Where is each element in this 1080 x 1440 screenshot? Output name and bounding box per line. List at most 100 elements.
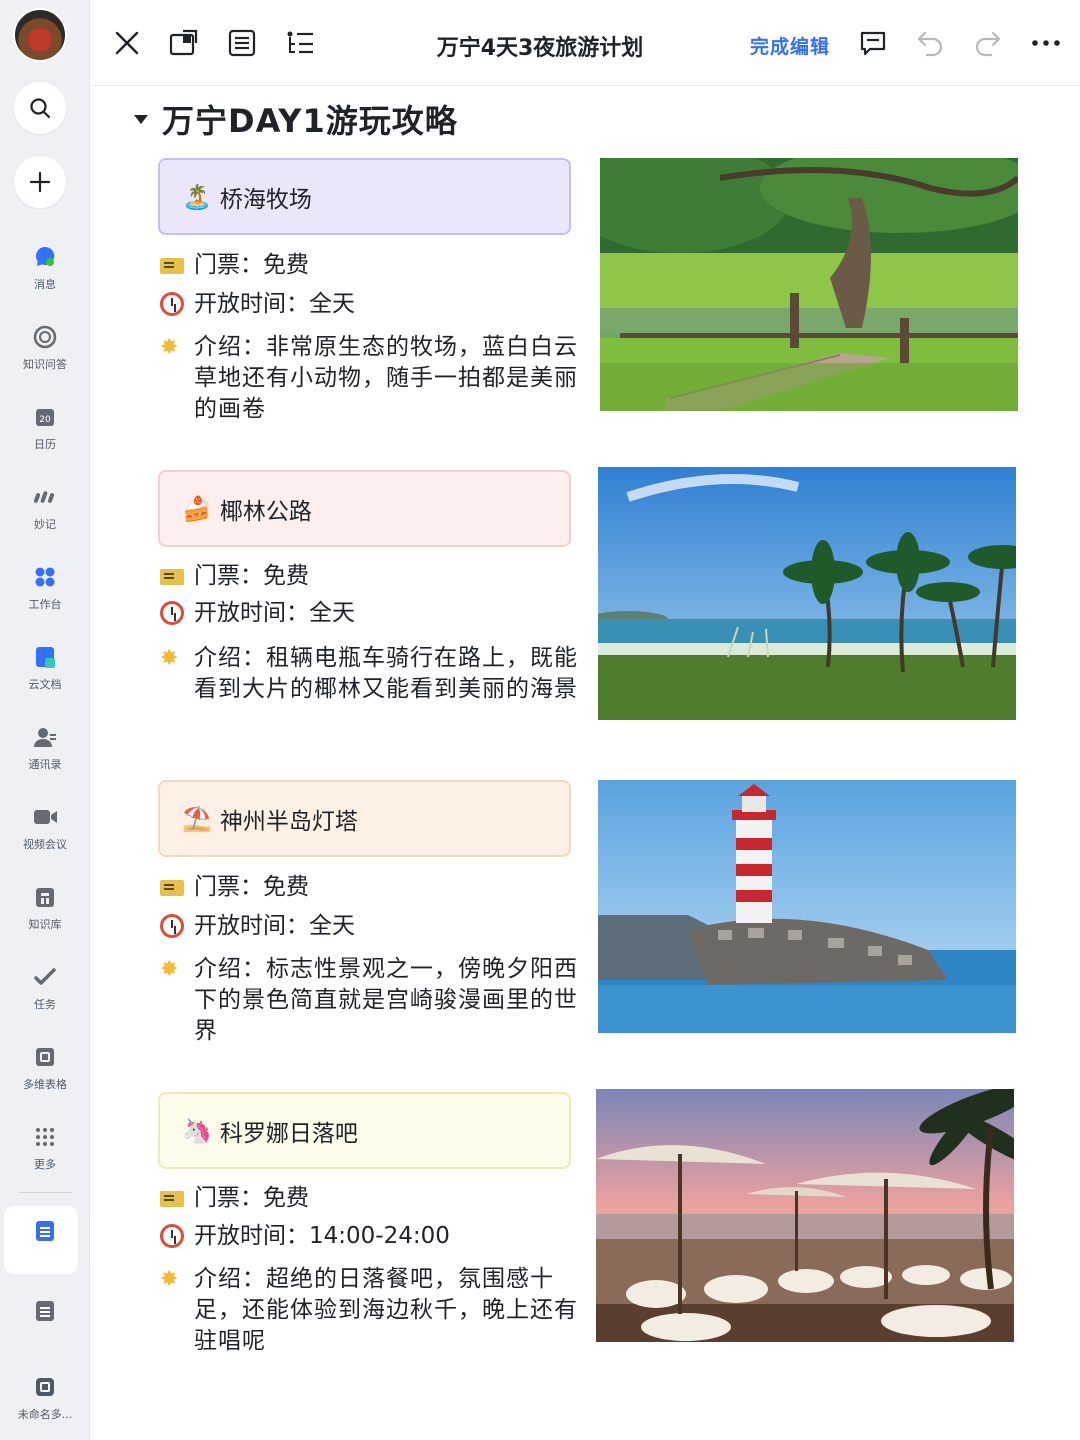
rail-item-contacts[interactable]: 通讯录 (0, 724, 90, 772)
rail-item-messages[interactable]: 消息 (0, 244, 90, 292)
hours-text: 开放时间：全天 (194, 291, 355, 317)
heading-text: 万宁DAY1游玩攻略 (162, 102, 458, 140)
beach-umbrella-icon: ⛱️ (182, 804, 212, 833)
plus-icon (29, 171, 51, 193)
close-button[interactable] (110, 26, 144, 60)
rail-item-workspace[interactable]: 工作台 (0, 564, 90, 612)
hours-line: 开放时间：全天 (160, 911, 355, 947)
table-of-contents-button[interactable] (283, 26, 317, 60)
finish-editing-button[interactable]: 完成编辑 (750, 32, 830, 59)
close-icon (115, 31, 139, 55)
cloud-doc-icon (32, 644, 58, 670)
rail-item-calendar[interactable]: 20 日历 (0, 404, 90, 452)
search-button[interactable] (14, 82, 66, 134)
section-heading[interactable]: 万宁DAY1游玩攻略 (134, 96, 458, 142)
redo-button[interactable] (971, 26, 1005, 60)
ticket-line: 门票：免费 (160, 1183, 309, 1216)
wiki-icon (32, 884, 58, 910)
rail-item-more[interactable]: 更多 (0, 1124, 90, 1172)
undo-icon (917, 31, 943, 57)
ticket-text: 门票：免费 (194, 874, 309, 900)
intro-text: 介绍：租辆电瓶车骑行在路上，既能看到大片的椰林又能看到美丽的海景 (194, 645, 578, 702)
ticket-line: 门票：免费 (160, 250, 309, 283)
comment-icon (860, 31, 886, 56)
rail-item-qa[interactable]: 知识问答 (0, 324, 90, 372)
rail-item-cloud-doc[interactable]: 云文档 (0, 644, 90, 692)
open-in-window-button[interactable] (167, 26, 201, 60)
sunset-bar-photo (596, 1089, 1014, 1342)
ellipsis-icon (1032, 40, 1060, 46)
hours-line: 开放时间：14:00-24:00 (160, 1221, 450, 1257)
rail-pinned-doc-2[interactable] (0, 1298, 90, 1324)
ticket-text: 门票：免费 (194, 252, 309, 278)
spot-title-card: 🍰 椰林公路 (158, 470, 571, 547)
spot-name: 桥海牧场 (219, 186, 312, 213)
qa-icon (32, 324, 58, 350)
video-meeting-icon (32, 804, 58, 830)
comment-button[interactable] (856, 26, 890, 60)
ticket-icon (160, 880, 184, 896)
contacts-icon (32, 724, 58, 750)
intro-block: ✸ 介绍：超绝的日落餐吧，氛围感十足，还能体验到海边秋千，晚上还有驻唱呢 (160, 1264, 580, 1357)
intro-block: ✸ 介绍：标志性景观之一，傍晚夕阳西下的景色简直就是宫崎骏漫画里的世界 (160, 954, 580, 1047)
rail-item-label: 知识库 (28, 918, 62, 931)
document-icon (32, 1218, 58, 1244)
rail-item-label: 日历 (34, 438, 56, 451)
create-button[interactable] (14, 156, 66, 208)
collapse-toggle-icon[interactable] (134, 114, 148, 124)
rail-item-label: 消息 (34, 278, 56, 291)
doc-toolbar: 万宁4天3夜旅游计划 完成编辑 (90, 0, 1080, 86)
toc-icon (287, 31, 313, 54)
message-icon (32, 244, 58, 270)
spot-name: 科罗娜日落吧 (219, 1120, 358, 1147)
ticket-line: 门票：免费 (160, 561, 309, 594)
rail-item-label: 视频会议 (23, 838, 67, 851)
outline-button[interactable] (225, 26, 259, 60)
spot-title-card: ⛱️ 神州半岛灯塔 (158, 780, 571, 857)
rail-item-base[interactable]: 多维表格 (0, 1044, 90, 1092)
sparkle-icon: ✸ (160, 646, 180, 671)
rail-item-label: 妙记 (34, 518, 56, 531)
alarm-clock-icon (160, 914, 184, 938)
rail-item-task[interactable]: 任务 (0, 964, 90, 1012)
rail-pinned-base[interactable]: 未命名多... (0, 1374, 90, 1422)
spot-name: 神州半岛灯塔 (219, 808, 358, 835)
base-icon (32, 1044, 58, 1070)
undo-button[interactable] (913, 26, 947, 60)
ticket-line: 门票：免费 (160, 872, 309, 905)
rail-pinned-doc-1[interactable] (0, 1218, 90, 1244)
rail-item-label: 云文档 (28, 678, 62, 691)
rail-item-label: 通讯录 (28, 758, 62, 771)
ticket-icon (160, 569, 184, 585)
ticket-icon (160, 1191, 184, 1207)
minutes-icon (32, 484, 58, 510)
rail-item-label: 更多 (34, 1158, 56, 1171)
calendar-icon: 20 (32, 404, 58, 430)
ticket-text: 门票：免费 (194, 1185, 309, 1211)
hours-text: 开放时间：全天 (194, 913, 355, 939)
redo-icon (975, 31, 1001, 57)
list-view-icon (228, 29, 256, 57)
hours-line: 开放时间：全天 (160, 289, 355, 325)
window-icon (169, 29, 198, 56)
intro-block: ✸ 介绍：租辆电瓶车骑行在路上，既能看到大片的椰林又能看到美丽的海景 (160, 643, 580, 705)
intro-block: ✸ 介绍：非常原生态的牧场，蓝白白云草地还有小动物，随手一拍都是美丽的画卷 (160, 332, 580, 425)
rail-item-minutes[interactable]: 妙记 (0, 484, 90, 532)
alarm-clock-icon (160, 292, 184, 316)
island-icon: 🏝️ (182, 182, 212, 211)
search-icon (30, 98, 51, 119)
rail-item-video[interactable]: 视频会议 (0, 804, 90, 852)
spot-title-card: 🦄 科罗娜日落吧 (158, 1092, 571, 1169)
more-options-button[interactable] (1029, 26, 1063, 60)
rail-item-label: 未命名多... (17, 1408, 73, 1421)
rail-item-label: 工作台 (28, 598, 62, 611)
avatar[interactable] (13, 8, 67, 62)
svg-text:20: 20 (39, 415, 51, 425)
rail-item-wiki[interactable]: 知识库 (0, 884, 90, 932)
base-icon (32, 1374, 58, 1400)
sparkle-icon: ✸ (160, 957, 180, 982)
sparkle-icon: ✸ (160, 1267, 180, 1292)
spot-name: 椰林公路 (219, 498, 312, 525)
coconut-road-photo (598, 467, 1016, 720)
task-icon (32, 964, 58, 990)
